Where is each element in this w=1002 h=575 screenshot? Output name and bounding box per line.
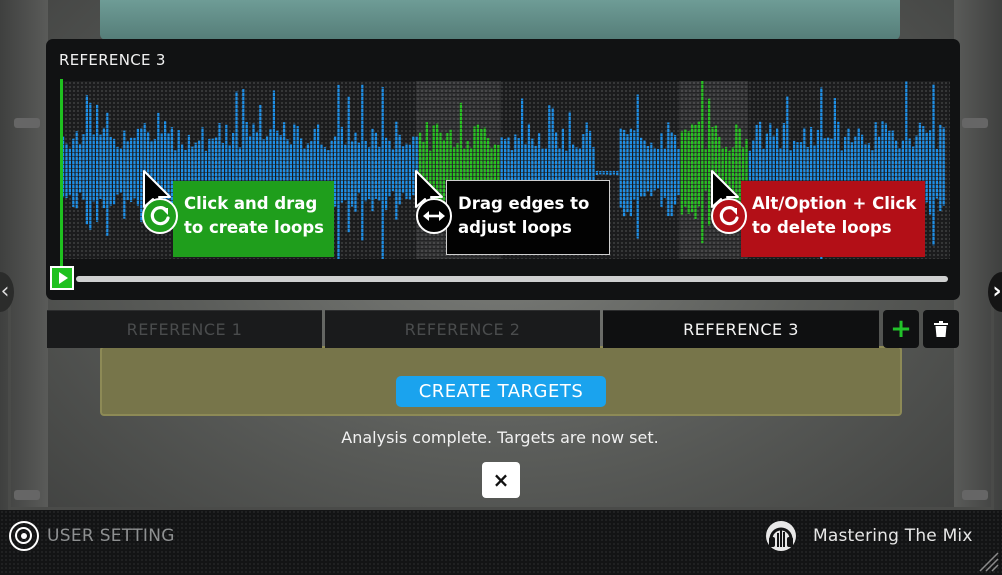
rotate-arrow-icon	[142, 198, 178, 234]
waveform-segment-line	[60, 152, 950, 153]
waveform-bar	[674, 135, 677, 205]
waveform-bar	[119, 148, 122, 193]
waveform-bar	[609, 171, 612, 176]
waveform-segment-line	[60, 160, 950, 161]
brand: Mastering The Mix	[765, 518, 973, 554]
rotate-arrow-icon	[711, 198, 747, 234]
waveform-segment-line	[60, 128, 950, 129]
target-icon	[9, 521, 39, 551]
waveform-bar	[623, 129, 626, 217]
play-button[interactable]	[50, 266, 74, 290]
waveform-bar	[371, 128, 374, 212]
waveform-segment-line	[60, 116, 950, 117]
waveform-bar	[402, 146, 405, 194]
background-knob	[962, 118, 988, 128]
user-setting-button[interactable]: USER SETTING	[9, 520, 175, 552]
waveform-bar	[697, 121, 700, 207]
background-knob	[14, 490, 40, 500]
footer-bar: USER SETTING Mastering The Mix	[0, 510, 1002, 575]
panel-title: REFERENCE 3	[59, 51, 166, 69]
close-button[interactable]: ×	[482, 462, 520, 498]
scroll-bar[interactable]	[76, 276, 948, 282]
waveform-bar	[663, 148, 666, 198]
user-setting-label: USER SETTING	[47, 526, 175, 546]
waveform-segment-line	[60, 148, 950, 149]
waveform-segment-line	[60, 144, 950, 145]
waveform-segment-line	[60, 156, 950, 157]
tab-reference-3[interactable]: REFERENCE 3	[603, 310, 879, 348]
waveform-segment-line	[60, 164, 950, 165]
waveform-segment-line	[60, 176, 950, 177]
tooltip-line: to create loops	[184, 218, 324, 237]
waveform-segment-line	[60, 120, 950, 121]
delete-loops-tooltip: Alt/Option + Click to delete loops	[741, 181, 925, 257]
waveform-segment-line	[60, 132, 950, 133]
waveform-bar	[106, 112, 109, 236]
resize-grip-icon[interactable]	[974, 547, 1000, 573]
reference-panel: REFERENCE 3 Click and drag to create loo…	[46, 39, 960, 300]
waveform-bar	[65, 143, 68, 198]
waveform-bar	[640, 137, 643, 197]
waveform-segment-line	[60, 88, 950, 89]
waveform-segment-line	[60, 92, 950, 93]
waveform-segment-line	[60, 112, 950, 113]
waveform-bar	[123, 130, 126, 219]
waveform-bar	[398, 134, 401, 205]
tab-reference-2[interactable]: REFERENCE 2	[325, 310, 600, 348]
waveform-bar	[357, 142, 360, 194]
waveform-segment-line	[60, 104, 950, 105]
waveform-bar	[361, 84, 364, 241]
waveform-bar	[701, 81, 704, 244]
waveform-bar	[942, 127, 945, 206]
waveform-bar	[89, 102, 92, 230]
waveform-segment-line	[60, 172, 950, 173]
waveform-segment-line	[60, 108, 950, 109]
waveform-bar	[85, 95, 88, 225]
waveform-segment-line	[60, 84, 950, 85]
tooltip-line: Click and drag	[184, 194, 318, 213]
waveform-segment-line	[60, 124, 950, 125]
waveform-bar	[939, 124, 942, 212]
trash-icon	[934, 321, 948, 337]
headphones-logo-icon	[766, 521, 796, 551]
waveform-bar	[616, 171, 619, 176]
waveform-segment-line	[60, 100, 950, 101]
waveform-bar	[68, 148, 71, 195]
status-message: Analysis complete. Targets are now set.	[341, 428, 659, 447]
delete-reference-button[interactable]	[923, 310, 959, 348]
tooltip-line: adjust loops	[458, 218, 572, 237]
adjust-loops-tooltip: Drag edges to adjust loops	[446, 180, 610, 255]
playhead[interactable]	[60, 79, 63, 275]
background-header	[100, 0, 900, 40]
brand-label: Mastering The Mix	[813, 526, 973, 546]
waveform-bar	[126, 141, 129, 200]
background-knob	[962, 490, 988, 500]
waveform-bar	[102, 127, 105, 208]
tooltip-line: Drag edges to	[458, 194, 590, 213]
tab-reference-1[interactable]: REFERENCE 1	[47, 310, 322, 348]
horizontal-resize-icon	[416, 198, 452, 234]
waveform-segment-line	[60, 136, 950, 137]
create-loops-tooltip: Click and drag to create loops	[173, 181, 334, 257]
waveform-bar	[116, 146, 119, 195]
waveform-segment-line	[60, 168, 950, 169]
waveform-bar	[925, 132, 928, 203]
waveform-segment-line	[60, 140, 950, 141]
waveform-bar	[405, 143, 408, 199]
waveform-bar	[368, 147, 371, 200]
create-targets-button[interactable]: CREATE TARGETS	[396, 376, 606, 407]
tooltip-line: Alt/Option + Click	[752, 194, 917, 213]
add-reference-button[interactable]: +	[883, 310, 919, 348]
tooltip-line: to delete loops	[752, 218, 892, 237]
waveform-segment-line	[60, 96, 950, 97]
background-knob	[14, 118, 40, 128]
waveform-bar	[109, 136, 112, 206]
